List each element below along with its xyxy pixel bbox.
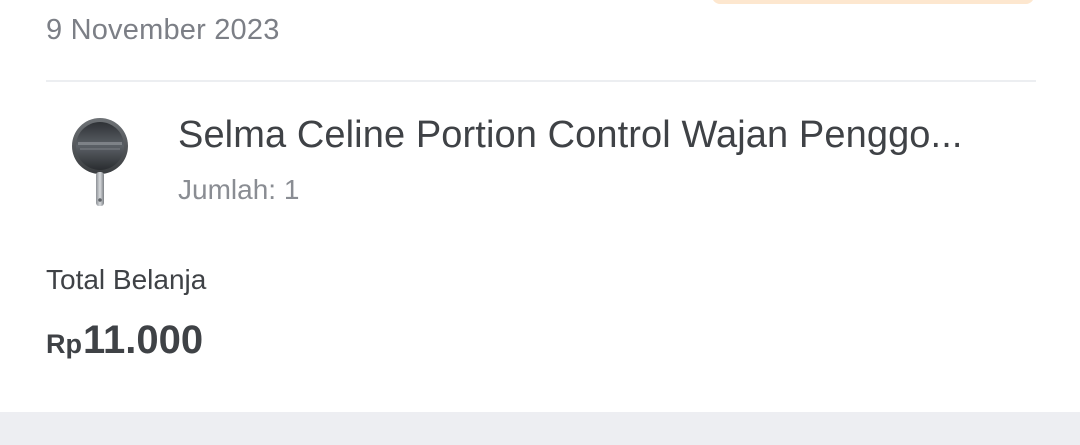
order-card[interactable]: 9 November 2023 Selma Celine Portion Con…: [0, 0, 1080, 412]
total-amount: Rp11.000: [46, 318, 203, 363]
frying-pan-icon: [70, 112, 132, 210]
section-separator: [0, 412, 1080, 445]
amount-value: 11.000: [83, 318, 204, 362]
divider: [46, 80, 1036, 82]
status-badge: [712, 0, 1034, 4]
product-quantity: Jumlah: 1: [178, 174, 300, 205]
product-name[interactable]: Selma Celine Portion Control Wajan Pengg…: [178, 114, 1038, 157]
total-label: Total Belanja: [46, 264, 207, 295]
product-image: [72, 118, 128, 206]
order-date: 9 November 2023: [46, 14, 280, 46]
currency-symbol: Rp: [46, 329, 82, 359]
